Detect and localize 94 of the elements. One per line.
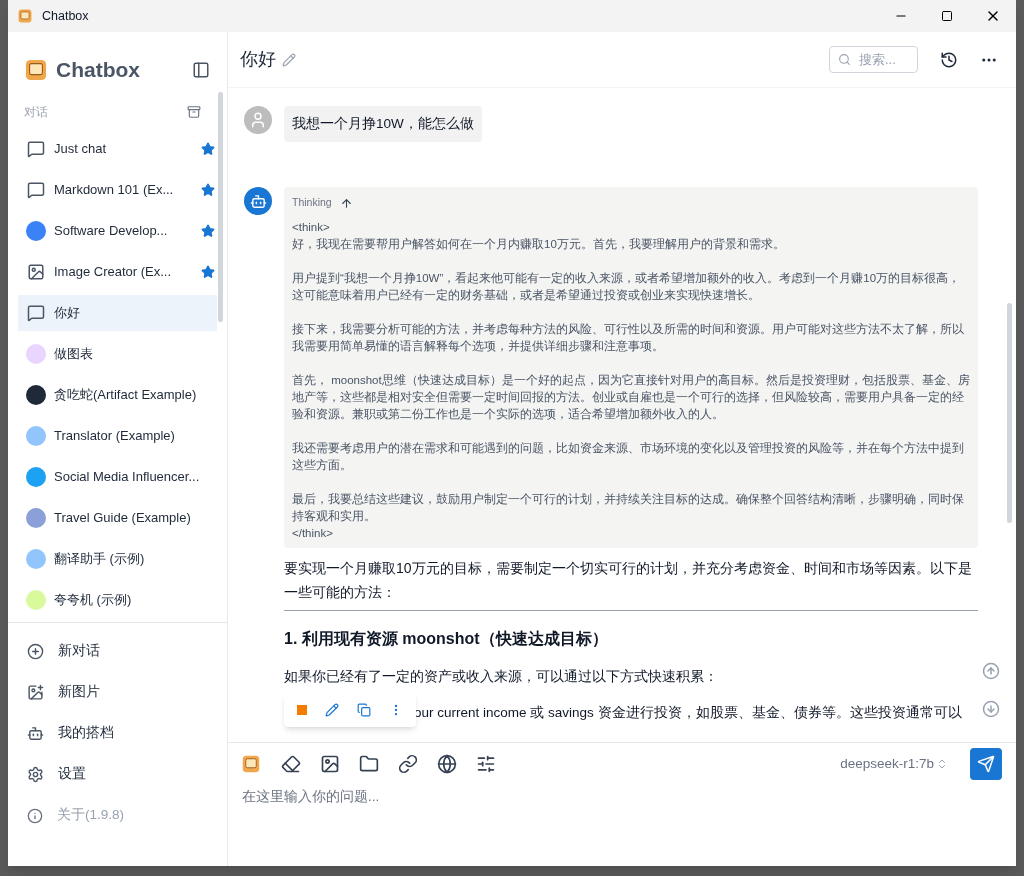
archive-icon[interactable] bbox=[187, 105, 201, 119]
message-input[interactable]: 在这里输入你的问题... bbox=[242, 787, 1002, 808]
conversation-title: Travel Guide (Example) bbox=[54, 509, 191, 528]
section-label: 对话 bbox=[24, 104, 48, 121]
user-avatar bbox=[244, 106, 272, 134]
plus-circle-icon bbox=[27, 643, 44, 660]
conversation-title: 贪吃蛇(Artifact Example) bbox=[54, 386, 197, 405]
eraser-icon[interactable] bbox=[281, 754, 301, 774]
star-icon[interactable] bbox=[201, 142, 215, 156]
conversation-item[interactable]: Image Creator (Ex... bbox=[18, 254, 217, 290]
scrollbar[interactable] bbox=[218, 92, 223, 322]
conversation-title: Software Develop... bbox=[54, 222, 168, 241]
globe-icon[interactable] bbox=[437, 754, 457, 774]
info-icon bbox=[27, 807, 43, 824]
user-message: 我想一个月挣10W，能怎么做 bbox=[284, 106, 482, 143]
conversation-item[interactable]: 翻译助手 (示例) bbox=[18, 541, 217, 577]
image-plus-icon bbox=[27, 684, 44, 701]
folder-icon[interactable] bbox=[359, 754, 379, 774]
conversation-title: 做图表 bbox=[54, 345, 93, 364]
conversation-item[interactable]: Travel Guide (Example) bbox=[18, 500, 217, 536]
thinking-label: Thinking bbox=[292, 195, 332, 211]
chat-bubble-icon bbox=[27, 304, 45, 322]
conversation-title: Just chat bbox=[54, 140, 107, 159]
conversation-item[interactable]: 夸夸机 (示例) bbox=[18, 582, 217, 618]
conversation-title: 夸夸机 (示例) bbox=[54, 591, 132, 610]
assistant-avatar-button[interactable] bbox=[242, 755, 260, 773]
copy-icon[interactable] bbox=[357, 703, 371, 718]
collapse-arrow-icon[interactable] bbox=[339, 196, 353, 210]
conversation-title: Markdown 101 (Ex... bbox=[54, 181, 174, 200]
action-label: 新图片 bbox=[58, 683, 100, 702]
send-button[interactable] bbox=[970, 748, 1002, 780]
brand-name: Chatbox bbox=[56, 56, 140, 83]
search-icon bbox=[838, 53, 851, 66]
answer-paragraph: 要实现一个月赚取10万元的目标，需要制定一个切实可行的计划，并充分考虑资金、时间和市场等因素。以下是一些可能的方法： bbox=[284, 559, 973, 602]
think-paragraph: 最后，我要总结这些建议，鼓励用户制定一个可行的计划，并持续关注目标的达成。确保整个回答结构清晰，步骤明确，同时保持客观和实用。 bbox=[292, 492, 965, 524]
sidebar-action[interactable]: 设置 bbox=[8, 754, 227, 795]
star-icon[interactable] bbox=[201, 224, 215, 238]
think-paragraph: 好，我现在需要帮用户解答如何在一个月内赚取10万元。首先，我要理解用户的背景和需求。 bbox=[292, 237, 786, 252]
conversation-title: 你好 bbox=[54, 304, 80, 323]
maximize-icon bbox=[941, 10, 953, 22]
answer-paragraph: 如果你已经有了一定的资产或收入来源，可以通过以下方式快速积累： bbox=[284, 668, 719, 686]
answer-heading: 1. 利用现有资源 moonshot（快速达成目标） bbox=[284, 629, 609, 649]
think-paragraph: 首先， moonshot思维（快速达成目标）是一个好的起点，因为它直接针对用户的高目标。然后是投资理财，包括股票、基金、房地产等，这些都是相对安全但需要一定时间回报的方法。创业或自雇也是一个可行的选择，但风险较高，需要用户具备一定的经验和资源。兼职或第二份工作也是一个实际的选项，适合希望增加额外收入的人。 bbox=[292, 373, 970, 422]
conversation-item[interactable]: Just chat bbox=[18, 131, 217, 167]
image-icon bbox=[27, 263, 45, 281]
conversation-item[interactable]: 你好 bbox=[18, 295, 217, 331]
action-label: 我的搭档 bbox=[58, 724, 114, 743]
stop-icon[interactable] bbox=[297, 705, 307, 716]
conversation-title: Translator (Example) bbox=[54, 427, 175, 446]
sliders-icon[interactable] bbox=[476, 754, 496, 774]
sidebar-action[interactable]: 新对话 bbox=[8, 631, 227, 672]
chat-bubble-icon bbox=[27, 140, 45, 158]
history-icon[interactable] bbox=[940, 50, 958, 69]
scrollbar[interactable] bbox=[1007, 303, 1012, 523]
conversation-item[interactable]: 贪吃蛇(Artifact Example) bbox=[18, 377, 217, 413]
action-label: 新对话 bbox=[58, 642, 100, 661]
window-title: Chatbox bbox=[42, 7, 89, 25]
settings-icon bbox=[27, 766, 44, 783]
conversation-item[interactable]: Social Media Influencer... bbox=[18, 459, 217, 495]
conversation-item[interactable]: 做图表 bbox=[18, 336, 217, 372]
chatbox-logo-icon bbox=[18, 9, 32, 23]
assistant-avatar bbox=[244, 187, 272, 216]
action-label: 设置 bbox=[58, 765, 86, 784]
think-tag: </think> bbox=[292, 525, 970, 542]
conversation-title: Image Creator (Ex... bbox=[54, 263, 172, 282]
send-icon bbox=[977, 755, 995, 773]
about-label: 关于(1.9.8) bbox=[57, 806, 125, 825]
conversation-title: Social Media Influencer... bbox=[54, 468, 200, 487]
think-paragraph: 我还需要考虑用户的潜在需求和可能遇到的问题，比如资金来源、市场环境的变化以及管理投资的风险等，并在每个方法中提到这些方面。 bbox=[292, 441, 965, 473]
conversation-item[interactable]: Software Develop... bbox=[18, 213, 217, 249]
chat-title: 你好 bbox=[240, 48, 276, 71]
edit-icon[interactable] bbox=[325, 703, 339, 718]
think-paragraph: 接下来，我需要分析可能的方法，并考虑每种方法的风险、可行性以及所需的时间和资源。用户可能对这些方法不太了解，所以我需要用简单易懂的语言解释每个选项，并提供详细步骤和注意事项。 bbox=[292, 322, 965, 354]
model-selector[interactable]: deepseek-r1:7b bbox=[840, 753, 948, 775]
think-tag: <think> bbox=[292, 219, 970, 236]
conversation-title: 翻译助手 (示例) bbox=[54, 550, 145, 569]
conversation-item[interactable]: Translator (Example) bbox=[18, 418, 217, 454]
scroll-up-icon[interactable] bbox=[982, 662, 1000, 680]
robot-icon bbox=[27, 725, 44, 742]
star-icon[interactable] bbox=[201, 265, 215, 279]
star-icon[interactable] bbox=[201, 183, 215, 197]
conversation-item[interactable]: Markdown 101 (Ex... bbox=[18, 172, 217, 208]
scroll-down-icon[interactable] bbox=[982, 700, 1000, 718]
sidebar-action[interactable]: 我的搭档 bbox=[8, 713, 227, 754]
sidebar-action[interactable]: 新图片 bbox=[8, 672, 227, 713]
image-icon[interactable] bbox=[320, 754, 340, 774]
sidebar-toggle-icon[interactable] bbox=[192, 60, 210, 79]
chevrons-icon bbox=[936, 758, 948, 770]
edit-icon[interactable] bbox=[282, 52, 296, 67]
chat-bubble-icon bbox=[27, 181, 45, 199]
link-icon[interactable] bbox=[398, 754, 418, 774]
chatbox-logo-icon bbox=[25, 58, 47, 81]
think-paragraph: 用户提到“我想一个月挣10W”，看起来他可能有一定的收入来源，或者希望增加额外的收入。考虑到一个月赚10万的目标很高，这可能意味着用户已经有一定的财务基础，或者是希望通过投资或创业来实现快速增长。 bbox=[292, 271, 962, 303]
chatbox-logo-icon bbox=[242, 755, 260, 773]
